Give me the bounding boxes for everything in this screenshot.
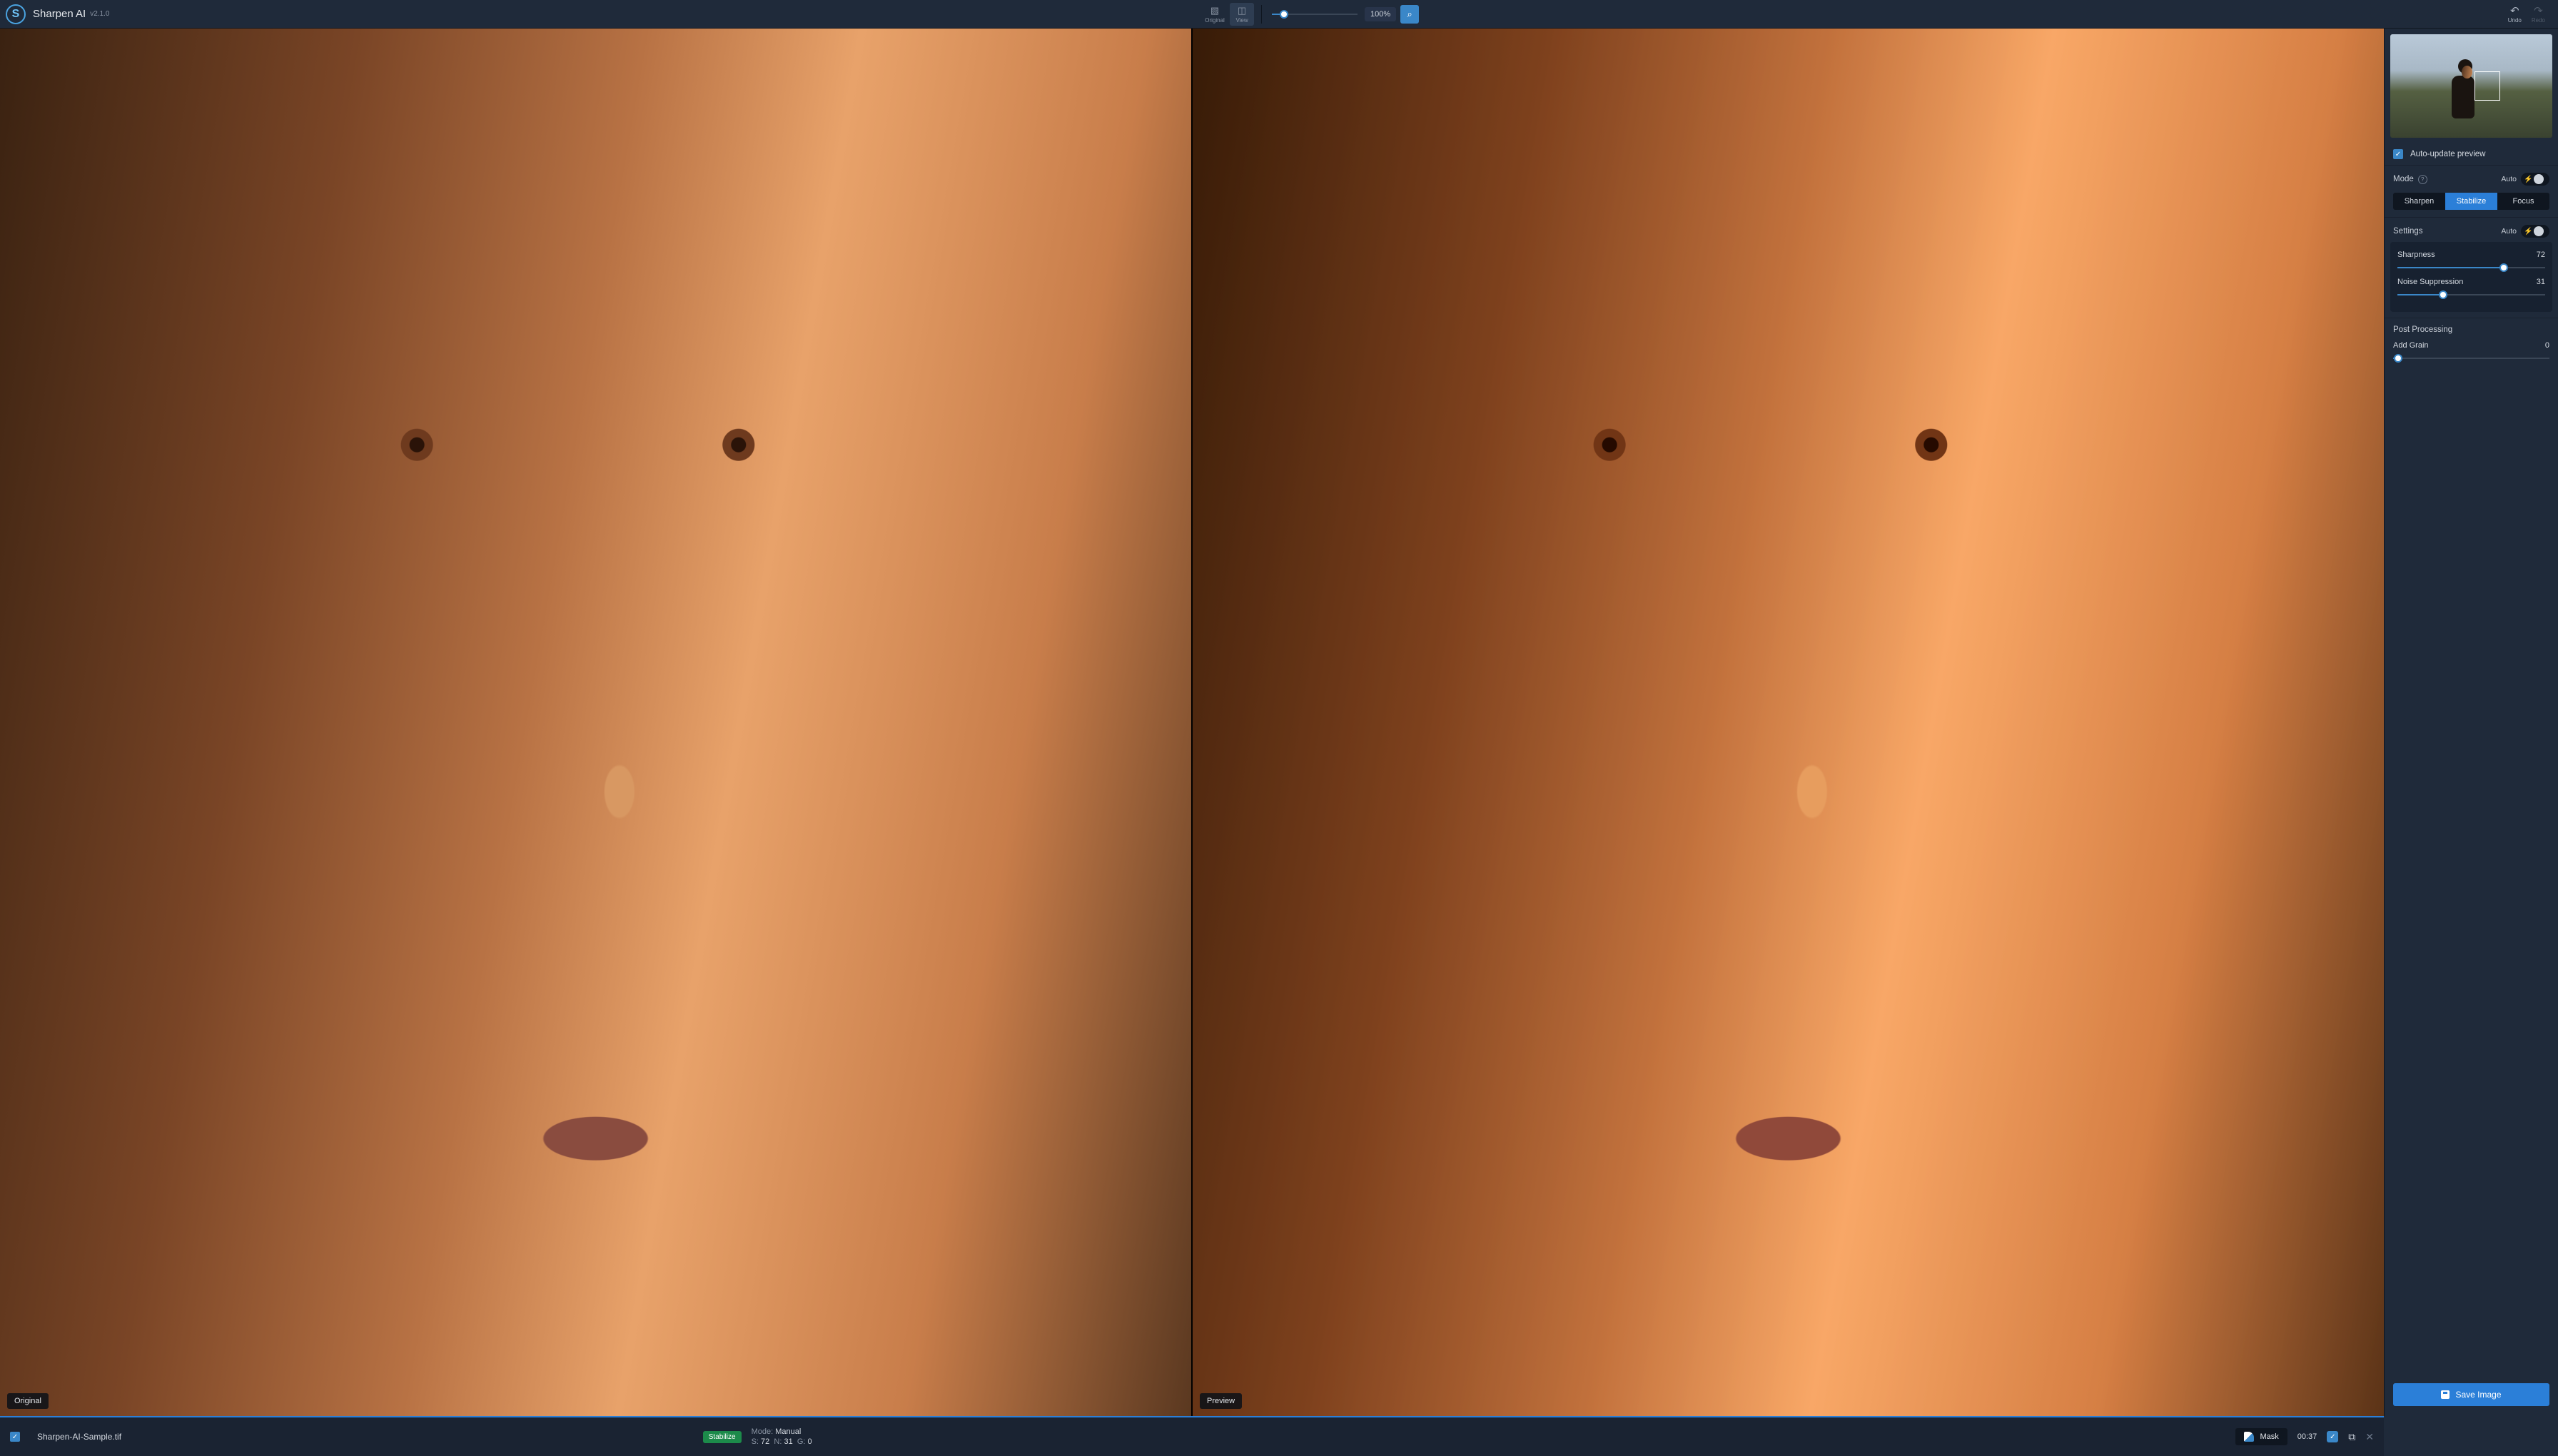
- noise-suppression-label: Noise Suppression: [2397, 278, 2463, 286]
- original-image: [0, 29, 1191, 1416]
- app-logo-icon: S: [6, 4, 26, 24]
- mode-stabilize-button[interactable]: Stabilize: [2445, 193, 2497, 210]
- settings-auto-toggle[interactable]: ⚡: [2521, 225, 2549, 238]
- split-view-button[interactable]: ◫ View: [1230, 3, 1254, 26]
- post-processing-title: Post Processing: [2393, 325, 2452, 334]
- mode-help-icon[interactable]: ?: [2418, 175, 2427, 184]
- redo-button: ↷ Redo: [2532, 4, 2545, 24]
- split-icon: ◫: [1238, 5, 1246, 16]
- processing-time: 00:37: [2297, 1432, 2317, 1441]
- sharpness-slider[interactable]: [2397, 263, 2545, 272]
- open-external-icon[interactable]: ⧉: [2348, 1431, 2355, 1443]
- brush-icon: [2244, 1432, 2254, 1442]
- zoom-slider[interactable]: [1272, 9, 1358, 19]
- settings-auto-label: Auto: [2501, 227, 2517, 236]
- sharpness-value: 72: [2537, 251, 2545, 259]
- mode-badge: Stabilize: [703, 1431, 742, 1443]
- preview-tag: Preview: [1200, 1393, 1242, 1409]
- remove-file-icon[interactable]: ✕: [2365, 1431, 2374, 1443]
- original-pane[interactable]: Original: [0, 29, 1191, 1416]
- save-icon: [2441, 1390, 2450, 1399]
- noise-suppression-slider[interactable]: [2397, 290, 2545, 299]
- file-strip: ✓ Sharpen-AI-Sample.tif Stabilize Mode: …: [0, 1416, 2384, 1456]
- navigator-viewport-box[interactable]: [2474, 71, 2500, 101]
- mask-button[interactable]: Mask: [2235, 1428, 2287, 1445]
- app-title: Sharpen AI: [33, 8, 86, 20]
- bolt-icon: ⚡: [2524, 176, 2532, 183]
- filename[interactable]: Sharpen-AI-Sample.tif: [37, 1432, 121, 1442]
- sharpness-label: Sharpness: [2397, 251, 2435, 259]
- file-checkbox[interactable]: ✓: [10, 1432, 20, 1442]
- file-metadata: Mode: Manual S: 72 N: 31 G: 0: [752, 1427, 812, 1447]
- zoom-value[interactable]: 100%: [1365, 7, 1396, 21]
- navigator-thumbnail[interactable]: [2390, 34, 2552, 138]
- mode-focus-button[interactable]: Focus: [2497, 193, 2549, 210]
- mode-title: Mode: [2393, 175, 2414, 183]
- settings-title: Settings: [2393, 227, 2423, 236]
- image-viewer[interactable]: Original Preview: [0, 29, 2384, 1416]
- save-image-button[interactable]: Save Image: [2393, 1383, 2549, 1406]
- mode-auto-label: Auto: [2501, 175, 2517, 183]
- add-grain-value: 0: [2545, 341, 2549, 350]
- original-view-button[interactable]: ▧ Original: [1203, 3, 1227, 26]
- redo-icon: ↷: [2534, 4, 2543, 17]
- mode-sharpen-button[interactable]: Sharpen: [2393, 193, 2445, 210]
- app-version: v2.1.0: [90, 10, 109, 18]
- mode-auto-toggle[interactable]: ⚡: [2521, 173, 2549, 186]
- zoom-fit-button[interactable]: ⌕: [1400, 5, 1419, 24]
- noise-suppression-value: 31: [2537, 278, 2545, 286]
- controls-sidebar: ✓ Auto-update preview Mode ? Auto ⚡ Shar…: [2384, 29, 2558, 1416]
- preview-image: [1193, 29, 2384, 1416]
- undo-icon: ↶: [2510, 4, 2519, 17]
- auto-update-label: Auto-update preview: [2410, 150, 2485, 158]
- undo-button[interactable]: ↶ Undo: [2508, 4, 2522, 24]
- original-tag: Original: [7, 1393, 49, 1409]
- auto-update-checkbox[interactable]: ✓: [2393, 149, 2403, 159]
- mode-segmented-control: Sharpen Stabilize Focus: [2393, 193, 2549, 210]
- image-icon: ▧: [1210, 5, 1219, 16]
- magnifier-icon: ⌕: [1407, 9, 1412, 20]
- preview-pane[interactable]: Preview: [1193, 29, 2384, 1416]
- bolt-icon: ⚡: [2524, 228, 2532, 236]
- apply-button[interactable]: ✓: [2327, 1431, 2338, 1442]
- title-bar: S Sharpen AI v2.1.0 ▧ Original ◫ View 10…: [0, 0, 2558, 29]
- add-grain-label: Add Grain: [2393, 341, 2429, 350]
- add-grain-slider[interactable]: [2393, 354, 2549, 363]
